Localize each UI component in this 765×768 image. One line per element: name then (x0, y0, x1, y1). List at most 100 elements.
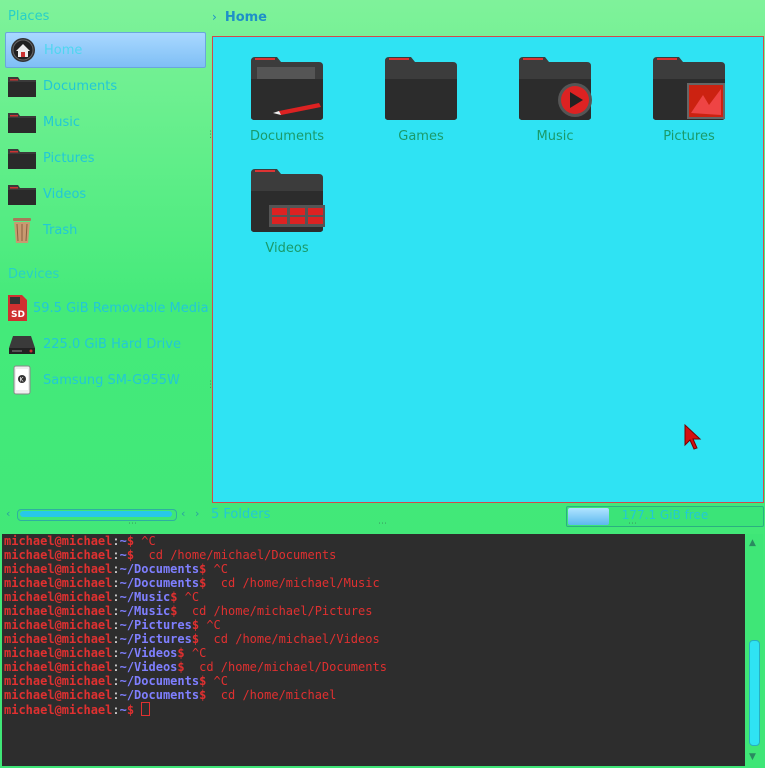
terminal-line: michael@michael:~/Documents$ ^C (4, 674, 229, 688)
terminal-line: michael@michael:~/Pictures$ cd /home/mic… (4, 632, 380, 646)
free-space-label: 177.1 GiB free (621, 508, 709, 522)
folder-item-pictures[interactable]: Pictures (634, 55, 744, 144)
splitter-handle[interactable]: ⋯ (128, 519, 137, 529)
sidebar-item-label: Documents (43, 78, 118, 94)
terminal-cursor (141, 702, 151, 716)
file-view[interactable]: Documents Games Music Pictures Videos (212, 36, 764, 503)
prompt-path: ~/Documents (119, 576, 200, 590)
scroll-right-icon[interactable]: › (195, 507, 199, 520)
sidebar-item-videos[interactable]: Videos (5, 177, 205, 211)
sidebar-item-label: Samsung SM-G955W (43, 372, 180, 388)
prompt-path: ~ (119, 703, 127, 717)
prompt-user-host: michael@michael (4, 703, 113, 717)
prompt-user-host: michael@michael (4, 576, 113, 590)
terminal-command: cd /home/michael/Documents (134, 548, 337, 562)
devices-heading: Devices (8, 267, 60, 282)
splitter-handle[interactable]: ⋯ (378, 519, 387, 529)
chevron-right-icon[interactable]: › (212, 10, 217, 24)
prompt-path: ~/Videos (119, 660, 178, 674)
folder-count-label: 5 Folders (211, 507, 271, 522)
terminal-line: michael@michael:~$ cd /home/michael/Docu… (4, 548, 337, 562)
terminal-command (134, 703, 141, 717)
folder-icon (5, 69, 39, 103)
folder-music-icon (519, 57, 592, 120)
breadcrumb-item-home[interactable]: Home (225, 10, 267, 25)
sidebar-item-music[interactable]: Music (5, 105, 205, 139)
splitter-handle[interactable]: ⋯ (628, 519, 637, 529)
folder-item-games[interactable]: Games (366, 55, 476, 144)
folder-documents-icon (251, 57, 323, 120)
file-name: Documents (249, 129, 325, 144)
scroll-left-icon[interactable]: ‹ (6, 507, 10, 520)
scroll-up-icon[interactable]: ▲ (749, 538, 756, 548)
prompt-user-host: michael@michael (4, 562, 113, 576)
folder-icon (5, 177, 39, 211)
terminal-command: cd /home/michael/Music (206, 576, 380, 590)
mouse-pointer-icon (683, 423, 703, 455)
folder-item-documents[interactable]: Documents (232, 55, 342, 144)
terminal-command: ^C (199, 618, 221, 632)
terminal-command: ^C (206, 674, 229, 688)
folder-item-videos[interactable]: Videos (232, 167, 342, 256)
sd-card-icon: SD (5, 291, 29, 325)
hard-drive-icon (5, 327, 39, 361)
sidebar-item-label: Trash (43, 222, 78, 238)
trash-icon (5, 213, 39, 247)
terminal-command: cd /home/michael/Documents (184, 660, 387, 674)
sidebar-item-trash[interactable]: Trash (5, 213, 205, 247)
folder-videos-icon (251, 169, 325, 232)
file-name: Music (536, 129, 574, 144)
prompt-path: ~/Documents (119, 674, 200, 688)
svg-text:SD: SD (11, 310, 25, 320)
sidebar-item-label: Music (43, 114, 80, 130)
sidebar-item-label: 225.0 GiB Hard Drive (43, 336, 181, 352)
sidebar-item-hard-drive[interactable]: 225.0 GiB Hard Drive (5, 327, 205, 361)
sidebar-item-label: Videos (43, 186, 87, 202)
terminal-line: michael@michael:~/Pictures$ ^C (4, 618, 221, 632)
prompt-user-host: michael@michael (4, 534, 113, 548)
terminal-line: michael@michael:~/Music$ ^C (4, 590, 200, 604)
terminal-line: michael@michael:~/Documents$ ^C (4, 562, 229, 576)
sidebar-horizontal-scrollbar[interactable]: ‹ ‹ › (5, 507, 205, 523)
sidebar-item-label: Home (44, 42, 83, 58)
terminal-command: cd /home/michael/Pictures (177, 604, 373, 618)
terminal-command: ^C (206, 562, 229, 576)
prompt-path: ~/Videos (119, 646, 178, 660)
phone-icon: K (5, 363, 39, 397)
prompt-user-host: michael@michael (4, 660, 113, 674)
sidebar-item-home[interactable]: Home (5, 32, 206, 68)
folder-icon (5, 141, 39, 175)
prompt-user-host: michael@michael (4, 632, 113, 646)
file-name: Games (398, 129, 444, 144)
places-panel: Places Home Documents Music Pictures Vid… (0, 0, 209, 528)
terminal-command: cd /home/michael (206, 688, 337, 702)
scrollbar-thumb[interactable] (20, 511, 172, 517)
scroll-down-icon[interactable]: ▼ (749, 752, 756, 762)
terminal-line: michael@michael:~$ ^C (4, 534, 156, 548)
prompt-path: ~/Documents (119, 562, 200, 576)
terminal-line: michael@michael:~$ (2, 702, 745, 717)
prompt-user-host: michael@michael (4, 604, 113, 618)
folder-icon (5, 105, 39, 139)
sidebar-item-label: 59.5 GiB Removable Media (33, 300, 209, 316)
prompt-path: ~ (119, 534, 127, 548)
file-name: Videos (265, 241, 309, 256)
scroll-left-icon[interactable]: ‹ (181, 507, 185, 520)
terminal-panel[interactable]: michael@michael:~$ ^C michael@michael:~$ … (2, 534, 745, 766)
terminal-command: ^C (134, 534, 156, 548)
sidebar-item-phone[interactable]: K Samsung SM-G955W (5, 363, 205, 397)
prompt-user-host: michael@michael (4, 548, 113, 562)
sidebar-item-documents[interactable]: Documents (5, 69, 205, 103)
prompt-path: ~/Music (119, 590, 171, 604)
sidebar-item-label: Pictures (43, 150, 95, 166)
sidebar-item-removable-media[interactable]: SD 59.5 GiB Removable Media (5, 291, 209, 325)
folder-pictures-icon (653, 57, 725, 120)
prompt-path: ~/Pictures (119, 632, 192, 646)
sidebar-item-pictures[interactable]: Pictures (5, 141, 205, 175)
terminal-scrollbar[interactable]: ▲ ▼ (746, 534, 763, 766)
scrollbar-thumb[interactable] (749, 640, 760, 746)
terminal-line: michael@michael:~/Documents$ cd /home/mi… (4, 576, 380, 590)
terminal-line: michael@michael:~/Documents$ cd /home/mi… (4, 688, 337, 702)
prompt-path: ~/Music (119, 604, 171, 618)
folder-item-music[interactable]: Music (500, 55, 610, 144)
